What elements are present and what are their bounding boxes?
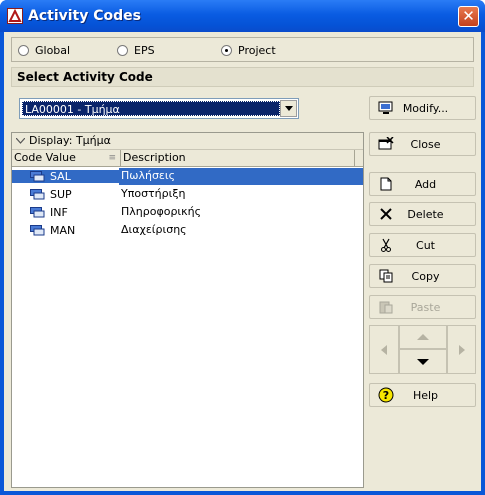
arrow-up-icon [417, 334, 429, 340]
sort-icon: ≡ [108, 153, 116, 163]
move-up-button[interactable] [399, 325, 447, 349]
delete-label: Delete [407, 207, 444, 221]
activity-code-icon [30, 224, 45, 235]
title-bar[interactable]: Activity Codes ✕ [0, 0, 485, 32]
table-row[interactable]: MAN Διαχείρισης [12, 221, 363, 239]
radio-dot-selected [221, 45, 232, 56]
table-row[interactable]: SUP Υποστήριξη [12, 185, 363, 203]
arrow-left-icon [381, 344, 387, 355]
dialog-window: Activity Codes ✕ Global EPS Project Sele… [0, 0, 485, 495]
description-cell: Πληροφορικής [121, 204, 202, 218]
radio-label: EPS [134, 44, 155, 57]
activity-code-dropdown[interactable]: LA00001 - Τμήμα [19, 98, 299, 119]
scope-radio-group: Global EPS Project [11, 37, 474, 62]
add-label: Add [414, 177, 437, 191]
code-cell: MAN [12, 224, 119, 237]
close-label: Close [410, 137, 441, 151]
code-cell: SAL [12, 169, 119, 183]
select-activity-code-header: Select Activity Code [11, 67, 474, 87]
description-cell: Υποστήριξη [121, 186, 186, 200]
paste-icon [378, 299, 394, 315]
code-value: MAN [50, 223, 76, 237]
code-cell: SUP [12, 188, 119, 201]
copy-button[interactable]: Copy [369, 264, 476, 288]
move-left-button[interactable] [369, 325, 399, 374]
window-title: Activity Codes [28, 8, 141, 24]
close-button[interactable]: Close [369, 132, 476, 156]
add-button[interactable]: Add [369, 172, 476, 196]
help-button[interactable]: ? Help [369, 383, 476, 407]
move-down-button[interactable] [399, 349, 447, 374]
radio-eps[interactable]: EPS [117, 44, 155, 57]
delete-button[interactable]: Delete [369, 202, 476, 226]
new-document-icon [378, 176, 394, 192]
help-label: Help [412, 388, 439, 402]
column-header-description[interactable]: Description [121, 150, 355, 166]
code-cell: INF [12, 206, 119, 219]
chevron-down-icon[interactable] [280, 100, 297, 117]
modify-label: Modify... [402, 101, 449, 115]
radio-label: Project [238, 44, 276, 57]
scissors-icon [378, 237, 394, 253]
column-label: Code Value [14, 151, 76, 164]
activity-code-icon [30, 170, 45, 181]
close-window-icon [378, 136, 394, 152]
arrow-right-icon [458, 344, 465, 355]
radio-dot [18, 45, 29, 56]
display-label: Display: Τμήμα [29, 134, 111, 147]
radio-dot [117, 45, 128, 56]
window-close-button[interactable]: ✕ [458, 6, 479, 27]
app-icon [7, 8, 23, 24]
radio-global[interactable]: Global [18, 44, 70, 57]
cut-label: Cut [416, 238, 435, 252]
svg-text:?: ? [383, 389, 389, 402]
arrow-down-icon [417, 358, 429, 365]
code-value: SAL [50, 169, 71, 183]
display-bar[interactable]: Display: Τμήμα [12, 133, 363, 150]
copy-label: Copy [411, 269, 440, 283]
move-navigation-pad [369, 325, 476, 374]
paste-label: Paste [410, 300, 441, 314]
radio-label: Global [35, 44, 71, 57]
radio-project[interactable]: Project [221, 44, 276, 57]
grid-header: Code Value ≡ Description [12, 150, 363, 167]
dropdown-selected-value: LA00001 - Τμήμα [22, 101, 280, 116]
description-cell: Διαχείρισης [121, 222, 187, 236]
column-header-code-value[interactable]: Code Value ≡ [12, 150, 121, 166]
table-row[interactable]: INF Πληροφορικής [12, 203, 363, 221]
monitor-icon [378, 100, 394, 116]
paste-button[interactable]: Paste [369, 295, 476, 319]
activity-code-grid: Display: Τμήμα Code Value ≡ Description … [11, 132, 364, 488]
activity-code-icon [30, 188, 45, 199]
table-row[interactable]: SAL Πωλήσεις [12, 167, 363, 185]
copy-icon [378, 268, 394, 284]
delete-icon [378, 206, 394, 222]
help-icon: ? [378, 387, 394, 403]
modify-button[interactable]: Modify... [369, 96, 476, 120]
cut-button[interactable]: Cut [369, 233, 476, 257]
move-right-button[interactable] [447, 325, 476, 374]
dialog-client: Global EPS Project Select Activity Code … [4, 32, 481, 491]
code-value: INF [50, 205, 68, 219]
description-cell: Πωλήσεις [119, 167, 363, 185]
column-label: Description [123, 151, 186, 164]
code-value: SUP [50, 187, 72, 201]
activity-code-icon [30, 206, 45, 217]
chevron-down-icon [16, 138, 25, 144]
